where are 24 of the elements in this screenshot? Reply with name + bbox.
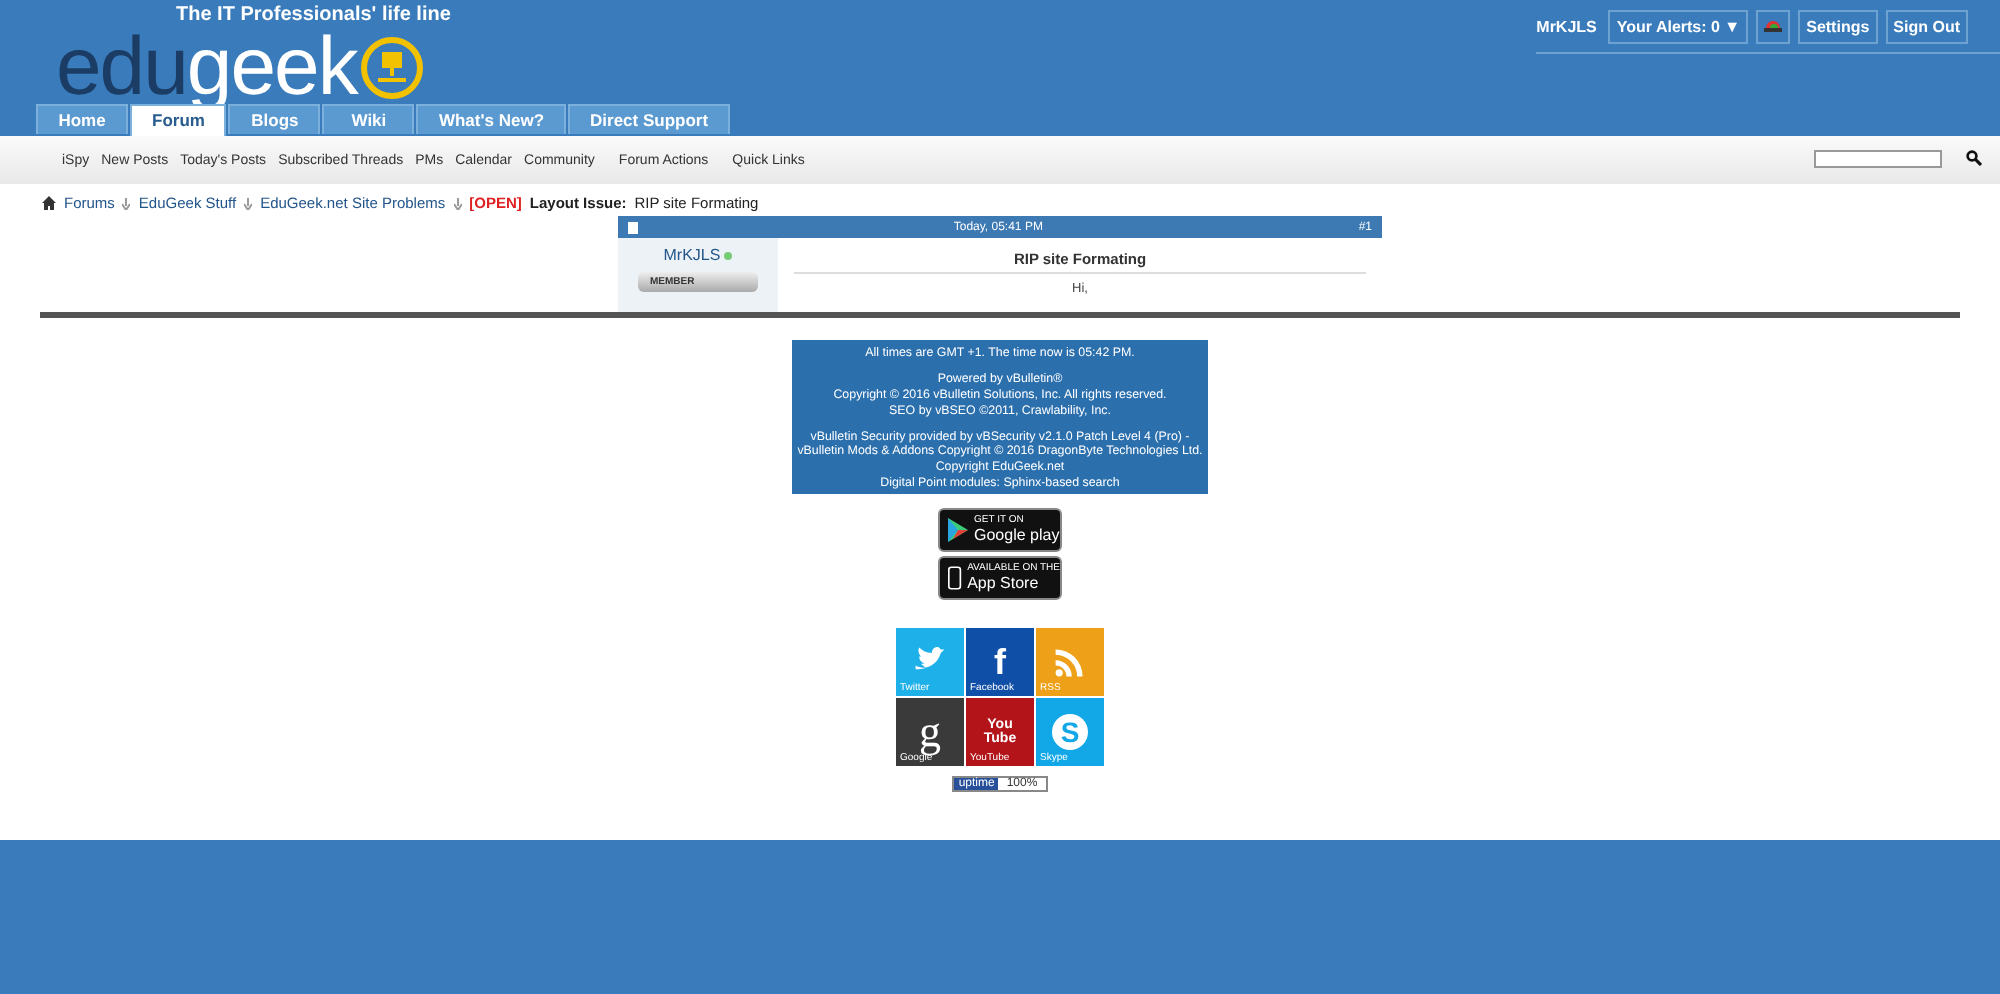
logo-glyph: f (994, 644, 1006, 680)
arrow-icon (244, 197, 253, 209)
user-menu-button[interactable]: Settings (1798, 10, 1878, 44)
document-icon (628, 221, 638, 233)
badge-title: Google play (974, 525, 1060, 545)
logo-tagline: The IT Professionals' life line (176, 4, 451, 26)
palette-icon (1764, 18, 1783, 32)
username-link[interactable]: MrKJLS (1536, 18, 1597, 36)
arrow-icon (453, 197, 462, 209)
post-author[interactable]: MrKJLS (663, 246, 721, 264)
network-icon (360, 35, 425, 100)
alerts-button[interactable]: Your Alerts: 0 ▼ (1608, 10, 1749, 44)
nav-tab[interactable]: Forum (130, 104, 227, 136)
search-icon[interactable] (1966, 150, 1982, 166)
arrow-icon (122, 197, 131, 209)
search-field[interactable] (1814, 150, 1942, 168)
play-icon (948, 518, 968, 542)
theme-button[interactable] (1756, 10, 1791, 44)
badge-title: App Store (967, 573, 1041, 593)
phone-icon (948, 564, 962, 592)
user-menu-button[interactable]: Sign Out (1885, 10, 1968, 44)
logo-glyph: S (1052, 714, 1088, 750)
rss-icon (1052, 644, 1088, 680)
home-icon[interactable] (42, 196, 56, 210)
